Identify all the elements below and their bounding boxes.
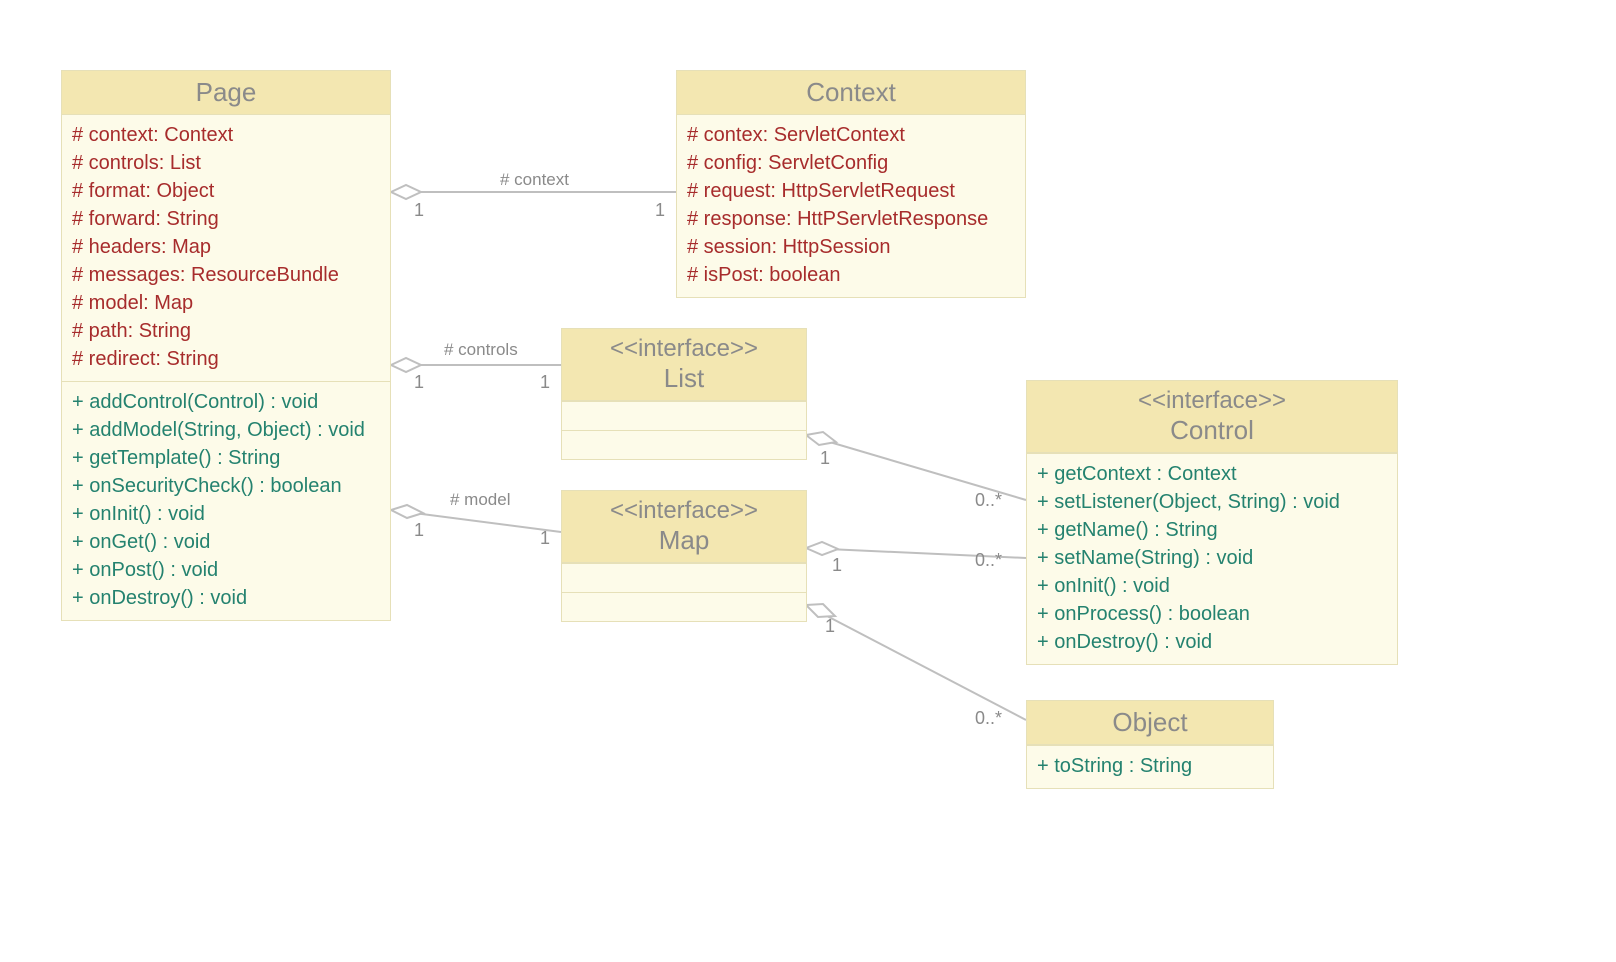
mult-page-context-1a: 1: [414, 200, 424, 221]
op: + onDestroy() : void: [72, 584, 380, 612]
op: + onDestroy() : void: [1037, 628, 1387, 656]
interface-list-attrs: [562, 401, 806, 430]
attr: # response: HttPServletResponse: [687, 205, 1015, 233]
interface-list-ops: [562, 430, 806, 459]
op: + onSecurityCheck() : boolean: [72, 472, 380, 500]
interface-list: <<interface>> List: [561, 328, 807, 460]
op: + onInit() : void: [1037, 572, 1387, 600]
interface-list-name: List: [664, 363, 704, 393]
attr: # isPost: boolean: [687, 261, 1015, 289]
op: + onGet() : void: [72, 528, 380, 556]
interface-map-stereo: <<interface>>: [566, 497, 802, 525]
attr: # redirect: String: [72, 345, 380, 373]
op: + getContext : Context: [1037, 460, 1387, 488]
interface-map: <<interface>> Map: [561, 490, 807, 622]
attr: # session: HttpSession: [687, 233, 1015, 261]
attr: # headers: Map: [72, 233, 380, 261]
mult-map-control-1: 1: [832, 555, 842, 576]
class-object-title: Object: [1027, 701, 1273, 745]
class-page-title: Page: [62, 71, 390, 115]
attr: # model: Map: [72, 289, 380, 317]
mult-list-control-many: 0..*: [975, 490, 1002, 511]
interface-map-ops: [562, 592, 806, 621]
op: + toString : String: [1037, 752, 1263, 780]
mult-map-object-many: 0..*: [975, 708, 1002, 729]
class-context: Context # contex: ServletContext # confi…: [676, 70, 1026, 298]
assoc-label-model: # model: [450, 490, 510, 510]
attr: # request: HttpServletRequest: [687, 177, 1015, 205]
class-context-title: Context: [677, 71, 1025, 115]
attr: # messages: ResourceBundle: [72, 261, 380, 289]
interface-control-name: Control: [1170, 415, 1254, 445]
interface-control-ops: + getContext : Context + setListener(Obj…: [1027, 453, 1397, 664]
attr: # path: String: [72, 317, 380, 345]
op: + setName(String) : void: [1037, 544, 1387, 572]
mult-map-object-1: 1: [825, 616, 835, 637]
mult-page-map-1b: 1: [540, 528, 550, 549]
mult-map-control-many: 0..*: [975, 550, 1002, 571]
mult-page-context-1b: 1: [655, 200, 665, 221]
mult-page-map-1a: 1: [414, 520, 424, 541]
op: + getTemplate() : String: [72, 444, 380, 472]
mult-page-list-1b: 1: [540, 372, 550, 393]
mult-page-list-1a: 1: [414, 372, 424, 393]
class-page-attrs: # context: Context # controls: List # fo…: [62, 115, 390, 382]
interface-control: <<interface>> Control + getContext : Con…: [1026, 380, 1398, 665]
op: + addControl(Control) : void: [72, 388, 380, 416]
op: + getName() : String: [1037, 516, 1387, 544]
interface-map-title: <<interface>> Map: [562, 491, 806, 563]
class-context-attrs: # contex: ServletContext # config: Servl…: [677, 115, 1025, 297]
interface-control-stereo: <<interface>>: [1031, 387, 1393, 415]
assoc-label-controls: # controls: [444, 340, 518, 360]
class-page-ops: + addControl(Control) : void + addModel(…: [62, 382, 390, 620]
attr: # controls: List: [72, 149, 380, 177]
interface-list-stereo: <<interface>>: [566, 335, 802, 363]
attr: # context: Context: [72, 121, 380, 149]
interface-control-title: <<interface>> Control: [1027, 381, 1397, 453]
op: + onInit() : void: [72, 500, 380, 528]
class-object: Object + toString : String: [1026, 700, 1274, 789]
interface-map-attrs: [562, 563, 806, 592]
op: + addModel(String, Object) : void: [72, 416, 380, 444]
op: + onPost() : void: [72, 556, 380, 584]
assoc-label-context: # context: [500, 170, 569, 190]
class-page: Page # context: Context # controls: List…: [61, 70, 391, 621]
attr: # forward: String: [72, 205, 380, 233]
interface-map-name: Map: [659, 525, 710, 555]
mult-list-control-1: 1: [820, 448, 830, 469]
attr: # contex: ServletContext: [687, 121, 1015, 149]
interface-list-title: <<interface>> List: [562, 329, 806, 401]
op: + setListener(Object, String) : void: [1037, 488, 1387, 516]
attr: # format: Object: [72, 177, 380, 205]
op: + onProcess() : boolean: [1037, 600, 1387, 628]
attr: # config: ServletConfig: [687, 149, 1015, 177]
class-object-ops: + toString : String: [1027, 745, 1273, 788]
